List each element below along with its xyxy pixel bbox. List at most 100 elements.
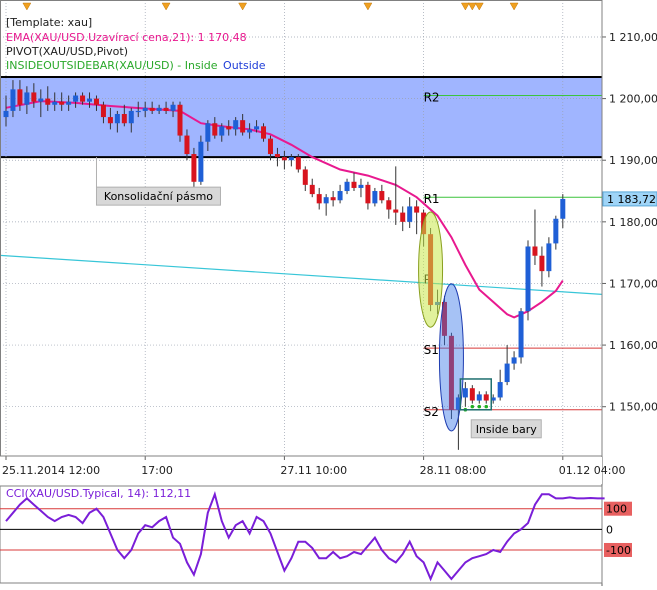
y-tick-label: 1 160,00 xyxy=(609,339,657,352)
candle-body xyxy=(66,101,72,105)
template-label: [Template: xau] xyxy=(6,16,93,29)
candle-body xyxy=(135,110,141,113)
candle-body xyxy=(31,92,37,102)
candle-body xyxy=(226,126,232,130)
candle-body xyxy=(73,95,79,102)
outside-bar-highlight-green xyxy=(418,211,444,328)
cci-level-label: 0 xyxy=(606,523,613,536)
candle-body xyxy=(302,169,308,185)
candle-body xyxy=(87,98,93,102)
candle-body xyxy=(149,107,155,111)
candle-body xyxy=(379,191,385,201)
insideoutside-legend-prefix: INSIDEOUTSIDEBAR(XAU/USD) - xyxy=(6,59,182,72)
last-price-label: 1 183,72 xyxy=(607,193,656,206)
pivot-legend: PIVOT(XAU/USD,Pivot) xyxy=(6,45,128,58)
candle-body xyxy=(414,206,420,213)
candle-body xyxy=(219,126,225,136)
candle-body xyxy=(261,126,267,139)
cci-title: CCI(XAU/USD.Typical, 14): 112,11 xyxy=(6,487,191,500)
cci-level-label: 100 xyxy=(606,503,627,516)
candle-body xyxy=(358,184,364,188)
candle-body xyxy=(504,363,510,383)
candle-body xyxy=(198,141,204,182)
candle-body xyxy=(3,110,9,118)
y-axis-panel xyxy=(602,0,657,586)
candle-body xyxy=(462,388,468,398)
candle-body xyxy=(128,110,134,124)
candle-body xyxy=(184,135,190,155)
candle-body xyxy=(45,98,51,105)
inside-bar-marker xyxy=(484,404,489,409)
candle-body xyxy=(38,98,44,102)
x-tick-label: 17:00 xyxy=(141,464,173,477)
pivot-label-s2: S2 xyxy=(424,405,439,419)
y-tick-label: 1 150,00 xyxy=(609,401,657,414)
candle-body xyxy=(59,101,65,105)
x-tick-label: 25.11.2014 12:00 xyxy=(2,464,100,477)
candle-body xyxy=(337,191,343,201)
candle-body xyxy=(330,197,336,201)
candle-body xyxy=(386,200,392,210)
candle-body xyxy=(288,157,294,161)
y-tick-label: 1 190,00 xyxy=(609,154,657,167)
candle-body xyxy=(10,89,16,111)
candle-body xyxy=(114,114,120,124)
candle-body xyxy=(267,138,273,155)
chart-window: R2R1PS1S2 Inside baryKonsolidační pásmo … xyxy=(0,0,657,586)
candle-body xyxy=(52,101,58,105)
pivot-label-r2: R2 xyxy=(424,91,440,105)
y-tick-label: 1 210,00 xyxy=(609,31,657,44)
candle-body xyxy=(107,117,113,124)
candle-body xyxy=(323,197,329,204)
candle-body xyxy=(497,382,503,398)
candle-body xyxy=(400,212,406,222)
candle-body xyxy=(93,98,99,105)
candle-body xyxy=(476,394,482,401)
candle-body xyxy=(483,394,489,401)
candle-body xyxy=(254,126,260,130)
inside-legend-label: Inside xyxy=(184,59,218,72)
candle-body xyxy=(365,184,371,204)
candle-body xyxy=(546,243,552,272)
candle-body xyxy=(240,120,246,133)
candle-body xyxy=(191,154,197,182)
candle-body xyxy=(560,198,566,219)
candle-body xyxy=(121,114,127,124)
candle-body xyxy=(553,218,559,244)
candle-body xyxy=(233,120,239,130)
y-tick-label: 1 180,00 xyxy=(609,216,657,229)
y-tick-label: 1 170,00 xyxy=(609,277,657,290)
candle-body xyxy=(100,104,106,118)
candle-body xyxy=(170,104,176,111)
candle-body xyxy=(163,107,169,111)
candle-body xyxy=(469,388,475,401)
candle-body xyxy=(532,246,538,256)
candle-body xyxy=(525,246,531,312)
x-tick-label: 01.12 04:00 xyxy=(559,464,626,477)
cci-plot-area[interactable] xyxy=(0,485,603,584)
candle-body xyxy=(24,92,30,105)
candle-body xyxy=(344,181,350,192)
candle-body xyxy=(17,89,23,105)
y-tick-label: 1 200,00 xyxy=(609,93,657,106)
cci-level-label: -100 xyxy=(606,544,631,557)
candle-body xyxy=(156,107,162,111)
candle-body xyxy=(518,311,524,358)
candle-body xyxy=(309,184,315,195)
candle-body xyxy=(212,123,218,136)
x-tick-label: 27.11 10:00 xyxy=(280,464,347,477)
consolidation-label: Konsolidační pásmo xyxy=(104,190,213,203)
price-chart[interactable]: R2R1PS1S2 Inside baryKonsolidační pásmo … xyxy=(0,0,657,586)
candle-body xyxy=(372,191,378,204)
pivot-label-r1: R1 xyxy=(424,192,440,206)
candle-body xyxy=(274,154,280,158)
insideoutside-legend: INSIDEOUTSIDEBAR(XAU/USD) - Inside Outsi… xyxy=(6,59,266,72)
candle-body xyxy=(393,209,399,213)
candle-body xyxy=(205,123,211,142)
candle-body xyxy=(539,255,545,272)
candle-body xyxy=(351,181,357,188)
outside-legend-label: Outside xyxy=(223,59,266,72)
candle-body xyxy=(177,104,183,136)
inside-bars-label: Inside bary xyxy=(476,423,537,436)
ema-legend: EMA(XAU/USD.Uzavírací cena,21): 1 170,48 xyxy=(6,31,247,44)
